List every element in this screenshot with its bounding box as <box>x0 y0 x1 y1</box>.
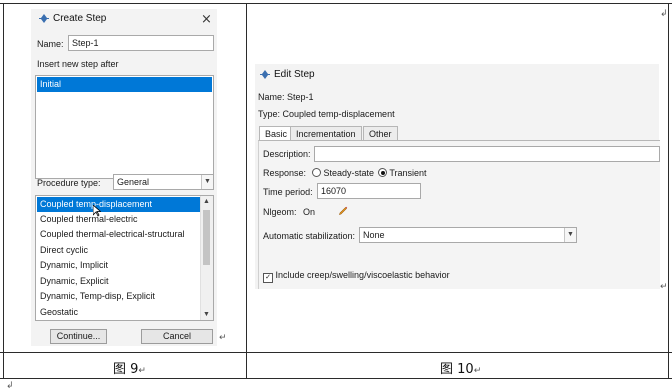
paragraph-mark: ↵ <box>473 366 482 376</box>
procedure-scrollbar[interactable]: ▲ ▼ <box>200 196 213 320</box>
continue-button[interactable]: Continue... <box>50 329 107 344</box>
nlgeom-value: On <box>303 207 316 217</box>
name-field[interactable]: Step-1 <box>68 35 214 51</box>
table-top-border <box>0 3 672 4</box>
scroll-down-icon[interactable]: ▼ <box>203 311 210 318</box>
tab-basic[interactable]: Basic <box>259 126 294 141</box>
procedure-item-6[interactable]: Dynamic, Temp-disp, Explicit <box>37 289 200 304</box>
radio-transient[interactable] <box>378 168 387 177</box>
paragraph-mark: ↵ <box>660 282 668 292</box>
paragraph-mark: ↲ <box>6 381 14 391</box>
stabilization-value: None <box>363 230 385 240</box>
pencil-icon[interactable] <box>338 205 348 215</box>
creep-checkbox[interactable]: ✓ <box>263 273 273 283</box>
name-label: Name: <box>37 39 64 49</box>
stabilization-select[interactable]: None ▼ <box>359 227 577 243</box>
step-icon <box>260 69 270 80</box>
creep-option[interactable]: ✓ Include creep/swelling/viscoelastic be… <box>263 270 450 283</box>
chevron-down-icon[interactable]: ▼ <box>564 228 576 242</box>
scroll-up-icon[interactable]: ▲ <box>203 198 210 205</box>
mouse-cursor-icon <box>93 205 101 217</box>
create-step-dialog: Create Step × Name: Step-1 Insert new st… <box>31 9 217 346</box>
steady-state-label: Steady-state <box>323 168 375 178</box>
edit-step-title: Edit Step <box>274 69 315 80</box>
step-name-line: Name: Step-1 <box>258 92 314 102</box>
edit-step-tabs: Basic Incrementation Other <box>259 126 659 141</box>
procedure-type-select[interactable]: General ▼ <box>113 174 214 190</box>
list-item[interactable]: Initial <box>37 77 212 92</box>
cancel-button[interactable]: Cancel <box>141 329 213 344</box>
figure-caption-right: 图 10↵ <box>440 358 481 377</box>
tab-incrementation[interactable]: Incrementation <box>290 126 362 141</box>
procedure-type-value: General <box>117 177 150 187</box>
procedure-item-2[interactable]: Coupled thermal-electrical-structural <box>37 227 200 242</box>
edit-step-dialog: Edit Step Name: Step-1 Type: Coupled tem… <box>255 64 660 289</box>
paragraph-mark: ↵ <box>219 333 227 343</box>
tab-other[interactable]: Other <box>363 126 398 141</box>
procedure-type-label: Procedure type: <box>37 178 101 188</box>
response-transient[interactable]: Transient <box>378 168 427 178</box>
procedure-item-0[interactable]: Coupled temp-displacement <box>37 197 200 212</box>
caption-left-text: 图 9 <box>113 362 139 377</box>
tab-content: Description: Response: Steady-state Tran… <box>258 140 660 289</box>
procedure-item-3[interactable]: Direct cyclic <box>37 243 200 258</box>
paragraph-mark: ↲ <box>660 9 668 19</box>
scrollbar-thumb[interactable] <box>203 210 210 265</box>
paragraph-mark: ↵ <box>138 366 146 376</box>
procedure-item-1[interactable]: Coupled thermal-electric <box>37 212 200 227</box>
response-steady-state[interactable]: Steady-state <box>312 168 374 178</box>
procedure-item-5[interactable]: Dynamic, Explicit <box>37 274 200 289</box>
step-type-line: Type: Coupled temp-displacement <box>258 109 395 119</box>
edit-step-title-bar: Edit Step <box>260 69 315 80</box>
time-period-label: Time period: <box>263 187 313 197</box>
nlgeom-label: Nlgeom: <box>263 207 297 217</box>
step-icon <box>39 13 49 24</box>
chevron-down-icon[interactable]: ▼ <box>201 175 213 189</box>
create-step-title: Create Step <box>53 13 107 24</box>
procedure-list[interactable]: Coupled temp-displacement Coupled therma… <box>35 195 214 321</box>
description-field[interactable] <box>314 146 660 162</box>
caption-right-text: 图 10 <box>440 362 474 377</box>
table-middle-border <box>0 352 672 353</box>
stabilization-label: Automatic stabilization: <box>263 231 356 241</box>
creep-label: Include creep/swelling/viscoelastic beha… <box>275 270 450 280</box>
table-right-border <box>668 3 669 379</box>
description-label: Description: <box>263 149 311 159</box>
insert-after-label: Insert new step after <box>37 59 119 69</box>
radio-steady-state[interactable] <box>312 168 321 177</box>
table-left-border <box>3 3 4 379</box>
create-step-title-bar: Create Step <box>39 13 106 24</box>
close-icon[interactable]: × <box>201 12 212 27</box>
table-bottom-border <box>0 378 672 379</box>
transient-label: Transient <box>389 168 427 178</box>
procedure-item-7[interactable]: Geostatic <box>37 305 200 320</box>
procedure-item-4[interactable]: Dynamic, Implicit <box>37 258 200 273</box>
table-center-divider <box>246 3 247 379</box>
insert-after-list[interactable]: Initial <box>35 75 214 179</box>
time-period-field[interactable]: 16070 <box>317 183 421 199</box>
response-label: Response: <box>263 168 307 178</box>
figure-caption-left: 图 9↵ <box>113 358 146 377</box>
